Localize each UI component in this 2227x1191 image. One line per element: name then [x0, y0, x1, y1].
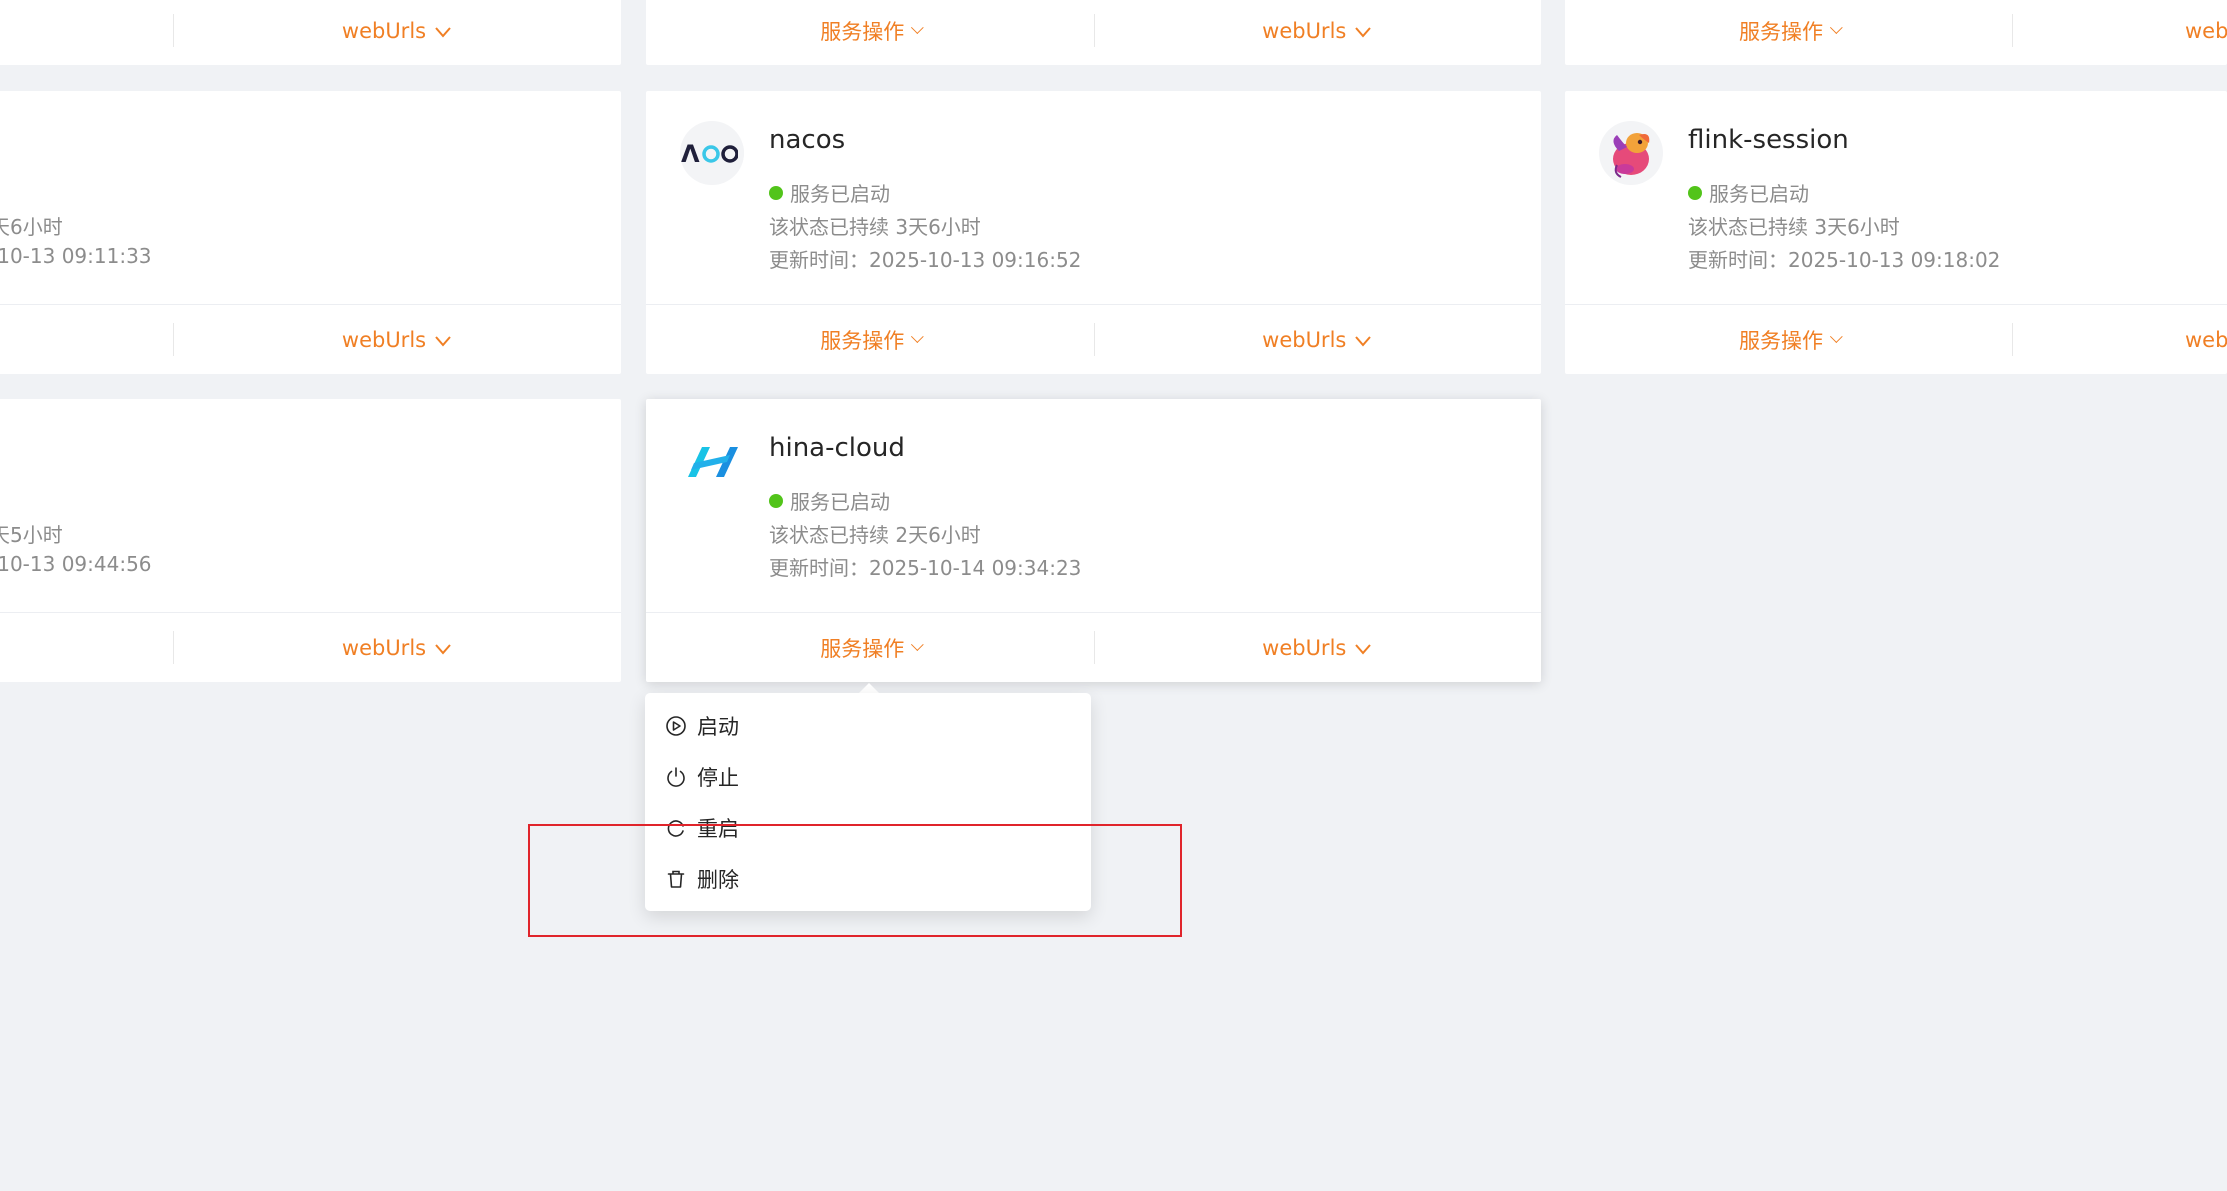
card-body: Λ nacos 服务已启动 该状态已持续 3天6小时 更新时间：2025-10-… — [646, 91, 1541, 302]
weburls-label: webUrls — [341, 18, 427, 43]
service-card-nacos: Λ nacos 服务已启动 该状态已持续 3天6小时 更新时间：2025-10-… — [646, 91, 1541, 374]
service-ops-label: 服务操作 — [820, 328, 905, 353]
menu-item-label: 启动 — [697, 715, 739, 739]
svg-text:Λ: Λ — [681, 140, 700, 168]
weburls-label: webUrls — [1262, 327, 1347, 352]
card-footer: 服务操作 webUrls — [646, 0, 1541, 65]
chevron-down-icon — [1354, 636, 1372, 660]
status-text: 服务已启动 — [790, 182, 890, 206]
service-ops-label: 服务操作 — [820, 636, 905, 661]
chevron-down-icon — [1829, 330, 1843, 344]
status-dot — [1688, 185, 1702, 200]
status-duration: 该状态已持续 3天6小时 — [1688, 215, 1900, 239]
card-footer: webUrls — [0, 0, 621, 65]
service-card-top-right: 服务操作 webU — [1565, 0, 2227, 65]
reload-icon — [667, 820, 684, 837]
service-ops-menu: 启动 停止 重启 删除 — [645, 693, 1091, 911]
card-footer: 服务操作 webU — [1565, 304, 2227, 374]
status-duration: 天6小时 — [0, 215, 63, 239]
chevron-down-icon — [1354, 19, 1372, 43]
weburls-label: webUrls — [1262, 635, 1347, 660]
service-ops-dropdown[interactable]: 服务操作 — [646, 0, 1094, 65]
chevron-down-icon — [911, 638, 924, 652]
update-time: -10-13 09:11:33 — [0, 244, 152, 268]
menu-item-start[interactable]: 启动 — [665, 708, 739, 744]
footer-divider — [2012, 323, 2013, 356]
chevron-down-icon — [1354, 328, 1372, 352]
weburls-dropdown[interactable]: webUrls — [173, 0, 621, 65]
weburls-label: webU — [2185, 18, 2227, 43]
service-card-partial-left: 天6小时 -10-13 09:11:33 webUrls — [0, 91, 621, 374]
service-card-top-left: webUrls — [0, 0, 621, 65]
chevron-down-icon — [434, 19, 452, 43]
menu-item-label: 停止 — [697, 766, 739, 790]
status-dot — [769, 185, 783, 200]
weburls-label: webUrls — [341, 635, 427, 660]
status-duration: 该状态已持续 2天6小时 — [769, 523, 981, 547]
menu-item-label: 删除 — [697, 868, 739, 892]
service-name: flink-session — [1688, 125, 1849, 155]
hina-cloud-logo — [680, 429, 744, 493]
card-body: 天6小时 -10-13 09:11:33 — [0, 91, 621, 302]
nacos-logo: Λ — [680, 121, 744, 185]
status-badge: 服务已启动 — [769, 486, 890, 515]
menu-item-label: 重启 — [697, 817, 739, 841]
service-ops-dropdown[interactable]: 服务操作 — [1565, 305, 2012, 374]
status-badge: 服务已启动 — [1688, 178, 1809, 207]
status-dot — [769, 493, 783, 508]
weburls-dropdown[interactable]: webU — [2185, 305, 2227, 374]
card-footer: 服务操作 webUrls — [646, 612, 1541, 682]
chevron-down-icon — [1829, 21, 1843, 35]
service-ops-label: 服务操作 — [1739, 328, 1823, 353]
weburls-label: webUrls — [341, 327, 427, 352]
card-footer: 服务操作 webU — [1565, 0, 2227, 65]
chevron-down-icon — [434, 328, 452, 352]
service-name: nacos — [769, 125, 846, 155]
footer-divider — [2012, 14, 2013, 47]
update-time: 更新时间：2025-10-13 09:18:02 — [1688, 248, 2001, 272]
menu-item-delete[interactable]: 删除 — [665, 861, 739, 897]
weburls-dropdown[interactable]: webUrls — [173, 305, 621, 374]
weburls-dropdown[interactable]: webUrls — [1094, 613, 1542, 682]
service-ops-dropdown[interactable]: 服务操作 — [646, 613, 1094, 682]
weburls-dropdown[interactable]: webUrls — [1094, 305, 1542, 374]
weburls-dropdown[interactable]: webUrls — [1094, 0, 1542, 65]
status-text: 服务已启动 — [1709, 182, 1809, 206]
status-badge: 服务已启动 — [769, 178, 890, 207]
service-ops-label: 服务操作 — [820, 19, 905, 44]
service-name: hina-cloud — [769, 433, 905, 463]
chevron-down-icon — [434, 636, 452, 660]
card-body: 天5小时 -10-13 09:44:56 — [0, 399, 621, 610]
card-body: flink-session 服务已启动 该状态已持续 3天6小时 更新时间：20… — [1565, 91, 2227, 302]
status-duration: 该状态已持续 3天6小时 — [769, 215, 981, 239]
weburls-dropdown[interactable]: webU — [2185, 0, 2227, 65]
status-duration: 天5小时 — [0, 523, 63, 547]
chevron-down-icon — [911, 330, 924, 344]
service-ops-dropdown[interactable]: 服务操作 — [1565, 0, 2012, 65]
card-footer: webUrls — [0, 304, 621, 374]
trash-icon — [667, 870, 685, 888]
card-body: hina-cloud 服务已启动 该状态已持续 2天6小时 更新时间：2025-… — [646, 399, 1541, 610]
play-circle-icon — [666, 716, 686, 736]
update-time: 更新时间：2025-10-14 09:34:23 — [769, 556, 1082, 580]
menu-item-restart[interactable]: 重启 — [665, 810, 739, 846]
service-card-hina-cloud: hina-cloud 服务已启动 该状态已持续 2天6小时 更新时间：2025-… — [646, 399, 1541, 682]
update-time: -10-13 09:44:56 — [0, 552, 152, 576]
card-footer: webUrls — [0, 612, 621, 682]
status-text: 服务已启动 — [790, 490, 890, 514]
weburls-label: webU — [2185, 327, 2227, 352]
service-card-flink-session: flink-session 服务已启动 该状态已持续 3天6小时 更新时间：20… — [1565, 91, 2227, 374]
weburls-dropdown[interactable]: webUrls — [173, 613, 621, 682]
service-card-top-middle: 服务操作 webUrls — [646, 0, 1541, 65]
power-icon — [667, 767, 685, 787]
service-ops-label: 服务操作 — [1739, 19, 1823, 44]
service-ops-dropdown[interactable]: 服务操作 — [646, 305, 1094, 374]
flink-logo — [1599, 121, 1663, 185]
service-card-partial-left-2: 天5小时 -10-13 09:44:56 webUrls — [0, 399, 621, 682]
card-footer: 服务操作 webUrls — [646, 304, 1541, 374]
chevron-down-icon — [911, 21, 924, 35]
menu-item-stop[interactable]: 停止 — [665, 759, 739, 795]
weburls-label: webUrls — [1262, 18, 1347, 43]
update-time: 更新时间：2025-10-13 09:16:52 — [769, 248, 1082, 272]
